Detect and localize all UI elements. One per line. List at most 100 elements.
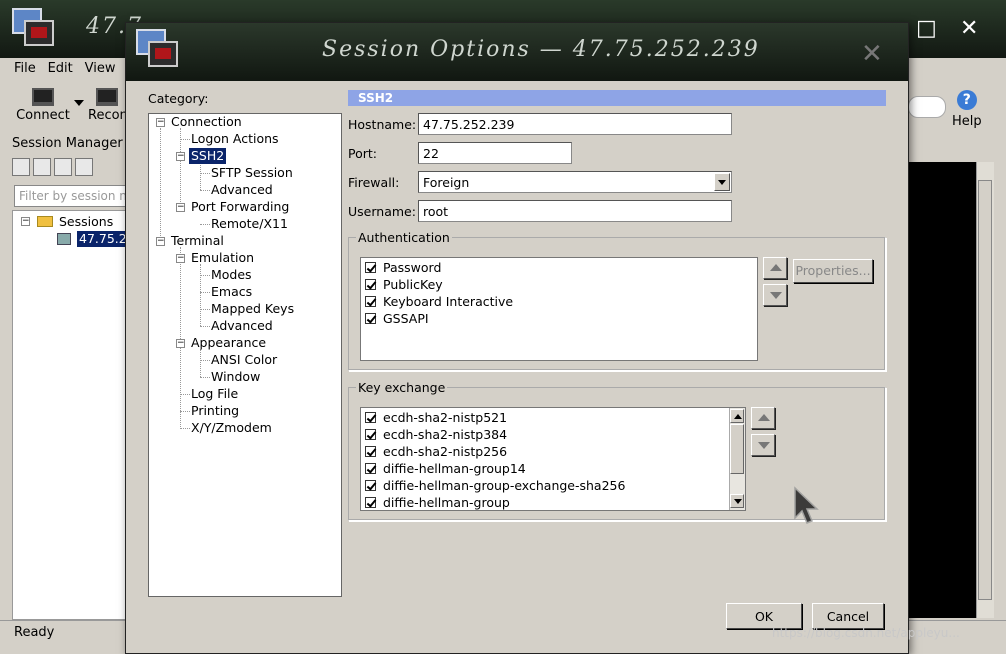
tree-item-printing[interactable]: Printing [191,403,239,419]
watermark-text: https://blog.csdn.net/appleyu... [772,626,960,640]
connection-expander-icon[interactable]: − [156,118,165,127]
tree-item-emacs[interactable]: Emacs [211,284,252,300]
tree-item-ssh2[interactable]: SSH2 [189,148,227,164]
checkbox-checked-icon[interactable] [365,279,376,290]
terminal-scroll-thumb[interactable] [978,180,992,600]
tree-item-emulation-advanced[interactable]: Advanced [211,318,273,334]
securecrt-app-icon [136,29,180,69]
ssh2-expander-icon[interactable]: − [176,152,185,161]
section-header: SSH2 [348,90,886,106]
tree-item-mapped-keys[interactable]: Mapped Keys [211,301,294,317]
terminal-area[interactable] [908,162,976,618]
session-manager-toolbar [12,158,130,180]
new-folder-icon[interactable] [33,158,51,176]
kex-item[interactable]: ecdh-sha2-nistp256 [365,443,507,460]
quick-connect-input[interactable] [908,96,946,118]
auth-item-password[interactable]: Password [365,259,441,276]
category-label: Category: [148,91,209,106]
kex-move-up-button[interactable] [751,407,775,429]
checkbox-checked-icon[interactable] [365,296,376,307]
cut-icon[interactable] [75,158,93,176]
session-icon [57,233,71,245]
kex-item-label: ecdh-sha2-nistp521 [383,410,508,425]
key-exchange-scroll-thumb[interactable] [730,424,744,474]
new-session-icon[interactable] [54,158,72,176]
close-icon[interactable]: ✕ [960,18,978,40]
kex-item-label: diffie-hellman-group14 [383,461,526,476]
arrow-down-icon [758,442,770,449]
kex-item[interactable]: diffie-hellman-group [365,494,510,510]
mouse-cursor-icon [794,486,819,524]
tree-item-emulation[interactable]: Emulation [191,250,254,266]
checkbox-checked-icon[interactable] [365,412,376,423]
checkbox-checked-icon[interactable] [365,463,376,474]
maximize-icon[interactable]: □ [916,18,937,40]
authentication-list: Password PublicKey Keyboard Interactive … [360,257,758,361]
help-label: Help [952,114,982,129]
kex-item[interactable]: ecdh-sha2-nistp521 [365,409,507,426]
monitor-icon [32,88,54,106]
terminal-expander-icon[interactable]: − [156,237,165,246]
auth-item-publickey[interactable]: PublicKey [365,276,443,293]
tree-item-connection[interactable]: Connection [171,114,242,130]
emulation-expander-icon[interactable]: − [176,254,185,263]
menu-file[interactable]: File [10,58,40,79]
scroll-down-icon [734,499,742,504]
checkbox-checked-icon[interactable] [365,446,376,457]
tree-item-sftp-session[interactable]: SFTP Session [211,165,293,181]
hostname-input[interactable]: 47.75.252.239 [418,113,732,135]
tree-item-log-file[interactable]: Log File [191,386,238,402]
tree-item-xyzmodem[interactable]: X/Y/Zmodem [191,420,272,436]
reconnect-label: Recon [88,108,128,123]
tree-item-ssh2-advanced[interactable]: Advanced [211,182,273,198]
connect-dropdown-arrow-icon[interactable] [74,100,84,106]
menu-view[interactable]: View [81,58,120,79]
kex-move-down-button[interactable] [751,434,775,456]
checkbox-checked-icon[interactable] [365,429,376,440]
tree-item-logon-actions[interactable]: Logon Actions [191,131,279,147]
auth-item-keyboard-interactive[interactable]: Keyboard Interactive [365,293,513,310]
sessions-folder[interactable]: Sessions [59,214,113,230]
screen: 47.7 _ □ ✕ File Edit View Connect Recon … [0,0,1006,654]
auth-move-up-button[interactable] [763,257,787,279]
session-tree: − Sessions 47.75.25 [12,210,137,620]
session-options-dialog: Session Options — 47.75.252.239 ✕ Catego… [125,22,909,654]
dialog-close-icon[interactable]: ✕ [861,39,883,69]
tree-item-ansi-color[interactable]: ANSI Color [211,352,277,368]
checkbox-checked-icon[interactable] [365,480,376,491]
chevron-down-icon[interactable] [714,173,730,191]
kex-item[interactable]: ecdh-sha2-nistp384 [365,426,507,443]
username-input[interactable]: root [418,200,732,222]
connect-session-icon[interactable] [12,158,30,176]
auth-item-label: GSSAPI [383,311,429,326]
properties-button[interactable]: Properties... [793,259,873,283]
firewall-select[interactable]: Foreign [418,171,732,193]
session-filter-input[interactable]: Filter by session na [14,185,130,207]
port-input[interactable]: 22 [418,142,572,164]
tree-item-window[interactable]: Window [211,369,260,385]
scroll-up-button[interactable] [730,409,744,423]
sessions-expander-icon[interactable]: − [21,217,30,226]
checkbox-checked-icon[interactable] [365,313,376,324]
kex-item[interactable]: diffie-hellman-group14 [365,460,526,477]
dialog-title-bar[interactable]: Session Options — 47.75.252.239 ✕ [126,23,908,81]
auth-item-label: Keyboard Interactive [383,294,514,309]
port-label: Port: [348,146,377,161]
port-forwarding-expander-icon[interactable]: − [176,203,185,212]
tree-item-appearance[interactable]: Appearance [191,335,266,351]
auth-item-gssapi[interactable]: GSSAPI [365,310,429,327]
tree-item-terminal[interactable]: Terminal [171,233,224,249]
firewall-value: Foreign [423,175,470,190]
connect-button[interactable]: Connect [10,84,76,123]
kex-item[interactable]: diffie-hellman-group-exchange-sha256 [365,477,625,494]
help-button[interactable]: ? Help [952,90,982,129]
checkbox-checked-icon[interactable] [365,497,376,508]
auth-move-down-button[interactable] [763,284,787,306]
scroll-down-button[interactable] [730,494,744,508]
appearance-expander-icon[interactable]: − [176,339,185,348]
tree-item-modes[interactable]: Modes [211,267,252,283]
tree-item-remote-x11[interactable]: Remote/X11 [211,216,288,232]
menu-edit[interactable]: Edit [44,58,77,79]
checkbox-checked-icon[interactable] [365,262,376,273]
tree-item-port-forwarding[interactable]: Port Forwarding [191,199,289,215]
